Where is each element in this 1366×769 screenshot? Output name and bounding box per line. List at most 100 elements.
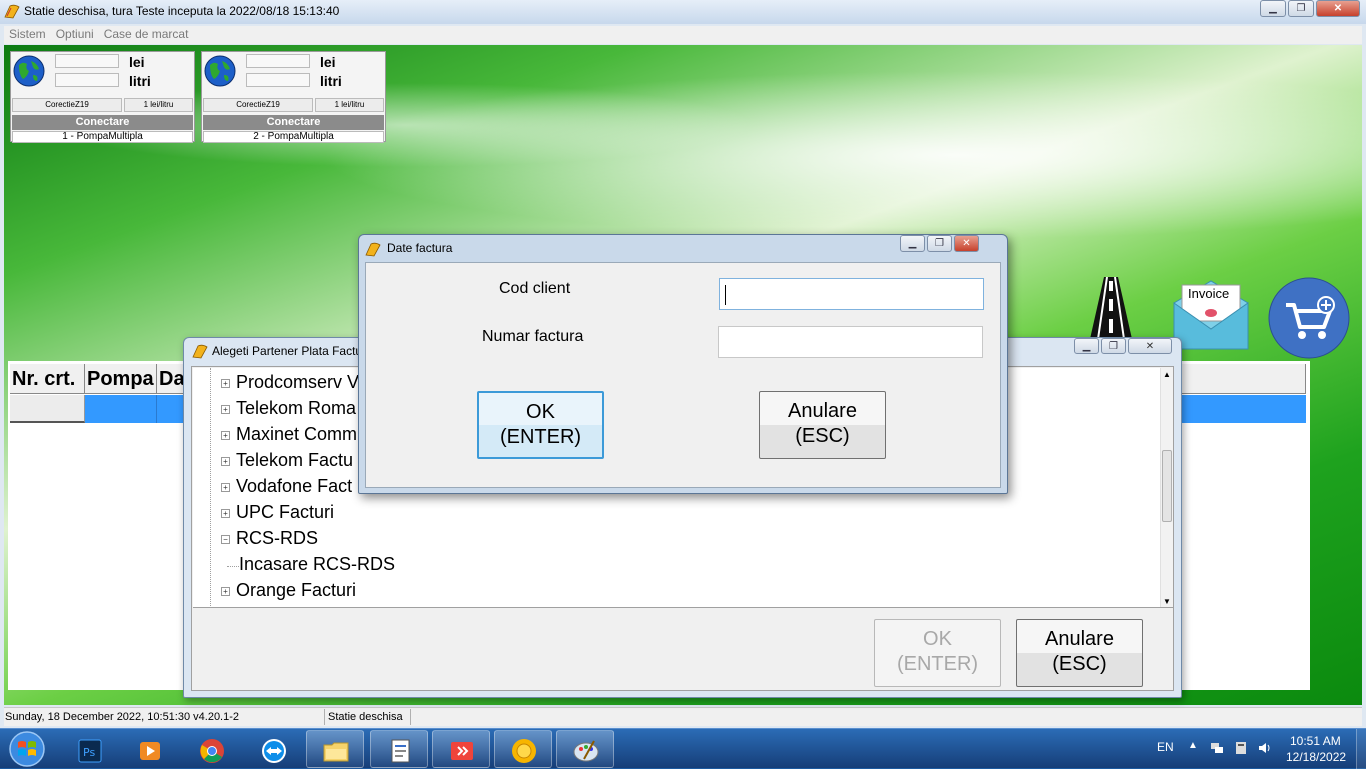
tree-item-label: RCS-RDS xyxy=(236,528,319,548)
column-header-pompa[interactable]: Pompa xyxy=(85,364,157,394)
document-app-icon xyxy=(391,739,410,763)
maximize-button[interactable]: ❐ xyxy=(1101,338,1126,354)
volume-unit: litri xyxy=(320,73,342,89)
app-icon xyxy=(192,344,208,359)
price-unit-label: 1 lei/litru xyxy=(124,98,193,112)
invoice-ok-button[interactable]: OK (ENTER) xyxy=(477,391,604,459)
expand-icon[interactable]: + xyxy=(221,379,230,388)
title-bar[interactable]: Statie deschisa, tura Teste inceputa la … xyxy=(0,0,1366,24)
expand-icon[interactable]: + xyxy=(221,587,230,596)
teamviewer-icon xyxy=(262,739,286,763)
network-icon[interactable] xyxy=(1210,741,1224,755)
partner-ok-button[interactable]: OK (ENTER) xyxy=(874,619,1001,687)
action-center-icon[interactable] xyxy=(1234,741,1248,755)
tree-item-label: Telekom Roma xyxy=(236,398,357,418)
maximize-button[interactable]: ❐ xyxy=(1288,0,1314,17)
clock-date[interactable]: 12/18/2022 xyxy=(1286,750,1346,764)
document-app-taskbar-button[interactable] xyxy=(370,730,428,768)
file-explorer-taskbar-button[interactable] xyxy=(306,730,364,768)
media-player-taskbar-button[interactable] xyxy=(120,730,178,768)
chrome-taskbar-button[interactable] xyxy=(182,730,240,768)
tree-item-label: UPC Facturi xyxy=(236,502,335,522)
paint-app-icon xyxy=(573,740,599,762)
volume-display xyxy=(246,73,310,87)
money-unit: lei xyxy=(320,54,336,70)
expand-icon[interactable]: + xyxy=(221,483,230,492)
invoice-dialog-body: Cod client Numar factura OK (ENTER) Anul… xyxy=(365,262,1001,488)
button-label-line1: Anulare xyxy=(1045,628,1114,650)
invoice-number-input[interactable] xyxy=(718,326,983,358)
pump-panel-2[interactable]: lei litri CorectieZ19 1 lei/litru Conect… xyxy=(201,51,386,143)
minimize-button[interactable]: ▁ xyxy=(1260,0,1286,17)
paint-app-taskbar-button[interactable] xyxy=(556,730,614,768)
teamviewer-taskbar-button[interactable] xyxy=(244,730,302,768)
volume-display xyxy=(55,73,119,87)
media-player-icon xyxy=(140,742,160,760)
road-icon[interactable] xyxy=(1076,277,1146,339)
expand-icon[interactable]: + xyxy=(221,457,230,466)
tree-item-label: Prodcomserv V xyxy=(236,372,360,392)
sun-app-icon xyxy=(512,739,536,763)
tree-item-label: Telekom Factu xyxy=(236,450,354,470)
tree-item-label: Orange Facturi xyxy=(236,580,357,600)
client-code-input[interactable] xyxy=(719,278,984,310)
close-button[interactable]: ✕ xyxy=(954,235,979,252)
dialog-title: Alegeti Partener Plata Factu xyxy=(212,344,363,358)
invoice-data-dialog: Date factura ▁ ❐ ✕ Cod client Numar fact… xyxy=(358,234,1008,494)
tree-item-label: Vodafone Fact xyxy=(236,476,353,496)
table-row-header-cell[interactable] xyxy=(10,395,85,423)
anydesk-taskbar-button[interactable] xyxy=(432,730,490,768)
money-display xyxy=(246,54,310,68)
correction-label: CorectieZ19 xyxy=(203,98,313,112)
clock-time[interactable]: 10:51 AM xyxy=(1290,734,1341,748)
globe-icon xyxy=(13,55,45,87)
selected-row-cell[interactable] xyxy=(85,395,157,423)
close-button[interactable]: ✕ xyxy=(1316,0,1360,17)
expand-icon[interactable]: + xyxy=(221,405,230,414)
invoice-icon[interactable]: Invoice xyxy=(1170,277,1252,351)
photoshop-taskbar-button[interactable]: Ps xyxy=(60,730,118,768)
volume-unit: litri xyxy=(129,73,151,89)
scroll-down-icon[interactable]: ▼ xyxy=(1163,597,1171,606)
volume-icon[interactable] xyxy=(1258,741,1272,755)
partner-cancel-button[interactable]: Anulare (ESC) xyxy=(1016,619,1143,687)
svg-text:Ps: Ps xyxy=(83,746,95,759)
tray-expand-icon[interactable]: ▲ xyxy=(1188,740,1198,751)
tree-item-label: Maxinet Comm xyxy=(236,424,358,444)
text-caret xyxy=(725,285,726,305)
photoshop-icon: Ps xyxy=(78,739,102,763)
shopping-cart-icon[interactable] xyxy=(1268,277,1350,359)
invoice-cancel-button[interactable]: Anulare (ESC) xyxy=(759,391,886,459)
pump-panel-1[interactable]: lei litri CorectieZ19 1 lei/litru Conect… xyxy=(10,51,195,143)
close-button[interactable]: ✕ xyxy=(1128,338,1172,354)
price-unit-label: 1 lei/litru xyxy=(315,98,384,112)
chrome-icon xyxy=(200,739,224,763)
invoice-number-label: Numar factura xyxy=(482,328,584,345)
menu-bar: Sistem Optiuni Case de marcat xyxy=(4,26,1362,44)
button-label-line2: (ESC) xyxy=(795,425,850,447)
button-label-line1: OK xyxy=(526,401,555,423)
tree-scrollbar[interactable]: ▲ ▼ xyxy=(1160,368,1173,607)
expand-icon[interactable]: + xyxy=(221,509,230,518)
scrollbar-thumb[interactable] xyxy=(1162,450,1172,522)
collapse-icon[interactable]: − xyxy=(221,535,230,544)
pump-name: 1 - PompaMultipla xyxy=(12,131,193,143)
minimize-button[interactable]: ▁ xyxy=(1074,338,1099,354)
connect-button[interactable]: Conectare xyxy=(203,115,384,130)
sun-app-taskbar-button[interactable] xyxy=(494,730,552,768)
show-desktop-button[interactable] xyxy=(1356,729,1366,769)
scroll-up-icon[interactable]: ▲ xyxy=(1163,370,1171,379)
taskbar: Ps EN ▲ 10:51 AM 12/18/2022 xyxy=(0,728,1366,769)
minimize-button[interactable]: ▁ xyxy=(900,235,925,252)
maximize-button[interactable]: ❐ xyxy=(927,235,952,252)
windows-start-icon[interactable] xyxy=(4,730,50,768)
menu-optiuni[interactable]: Optiuni xyxy=(51,26,99,42)
menu-case-de-marcat[interactable]: Case de marcat xyxy=(99,26,194,42)
button-label-line1: Anulare xyxy=(788,400,857,422)
language-indicator[interactable]: EN xyxy=(1157,740,1174,754)
column-header-nr-crt[interactable]: Nr. crt. xyxy=(10,364,85,394)
menu-sistem[interactable]: Sistem xyxy=(4,26,51,42)
connect-button[interactable]: Conectare xyxy=(12,115,193,130)
expand-icon[interactable]: + xyxy=(221,431,230,440)
tree-connector xyxy=(227,566,239,567)
